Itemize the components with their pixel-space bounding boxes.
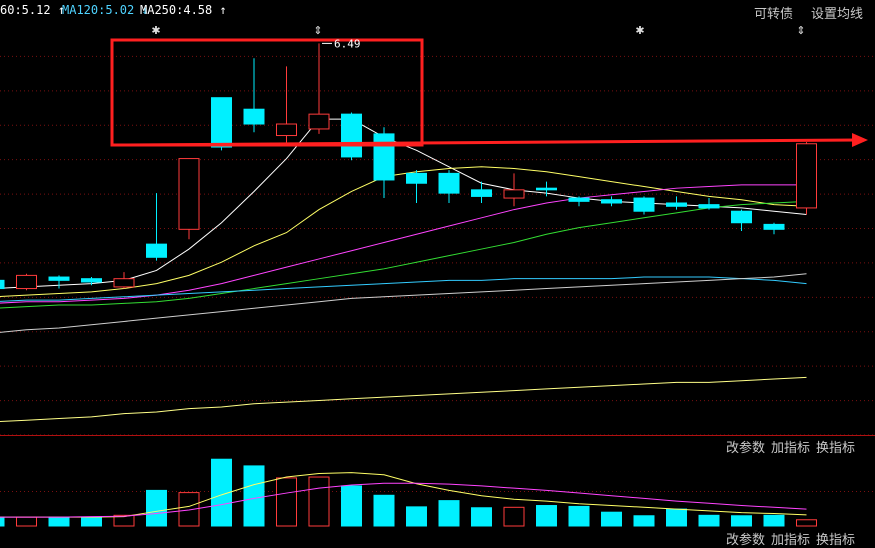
candlestick-chart[interactable]: 6.49 ✱ ⇕ ✱ ⇕ [0,0,875,537]
candle-down [146,243,167,258]
candle-down [763,223,785,230]
volume-bar-down [471,507,492,527]
updown-marker-icon: ⇕ [313,24,322,37]
candle-up [308,113,330,130]
volume-bar-down [81,516,102,527]
candle-down [601,199,622,204]
moving-average-lines [0,118,807,423]
volume-bar-up [308,476,330,527]
candle-down [373,133,395,181]
volume-bar-down [763,514,785,527]
change-params-button-bottom[interactable]: 改参数 [726,529,765,548]
high-price-label: 6.49 [334,37,361,50]
candle-down [48,276,70,281]
candlesticks [0,43,817,291]
volume-bar-down [0,516,5,527]
candle-down [243,108,265,125]
volume-bar-down [243,465,265,527]
volume-bar-down [536,505,557,527]
volume-bar-down [48,516,70,527]
ma30-line [0,200,807,309]
volume-bar-down [146,489,167,527]
candle-up [276,123,297,137]
ma250-line [0,376,807,423]
chart-stage: 60:5.12 ↑ MA120:5.02 ↓ MA250:4.58 ↑ 可转债 … [0,0,875,548]
candle-down [406,172,427,184]
candle-down [471,189,492,197]
candle-down [568,197,590,202]
volume-bar-down [633,515,655,527]
volume-bar-down [341,485,362,527]
candle-down [731,210,752,224]
volume-bar-up [276,477,297,527]
candle-up [113,278,135,288]
candle-down [81,278,102,283]
candle-up [503,189,525,199]
candle-down [438,172,460,194]
volume-bar-down [373,494,395,527]
candle-down [341,113,362,158]
candle-up [16,274,37,290]
volume-bar-down [601,511,622,527]
candle-up [178,158,200,230]
add-indicator-button-bottom[interactable]: 加指标 [771,529,810,548]
highlight-box [110,38,424,147]
asterisk-marker-icon: ✱ [151,24,160,37]
volume-bar-up [796,519,817,527]
add-indicator-button[interactable]: 加指标 [771,437,810,456]
candle-down [633,197,655,212]
volume-bar-down [568,505,590,527]
change-params-button[interactable]: 改参数 [726,437,765,456]
updown-marker-icon: ⇕ [796,24,805,37]
candle-down [211,97,232,148]
volume-bar-down [438,500,460,527]
volume-bar-down [698,514,720,527]
candle-down [536,187,557,191]
candle-down [666,202,687,207]
volume-bar-down [731,515,752,527]
candle-down [0,279,5,290]
switch-indicator-button[interactable]: 换指标 [816,437,855,456]
candle-up [796,143,817,209]
asterisk-marker-icon: ✱ [635,24,644,37]
price-gridlines [0,55,875,436]
volume-bar-down [666,508,687,527]
volume-bar-down [406,506,427,527]
arrow-head-icon [852,133,868,147]
switch-indicator-button-bottom[interactable]: 换指标 [816,529,855,548]
candle-down [698,204,720,209]
volume-bar-up [16,516,37,527]
volume-bar-up [503,506,525,527]
